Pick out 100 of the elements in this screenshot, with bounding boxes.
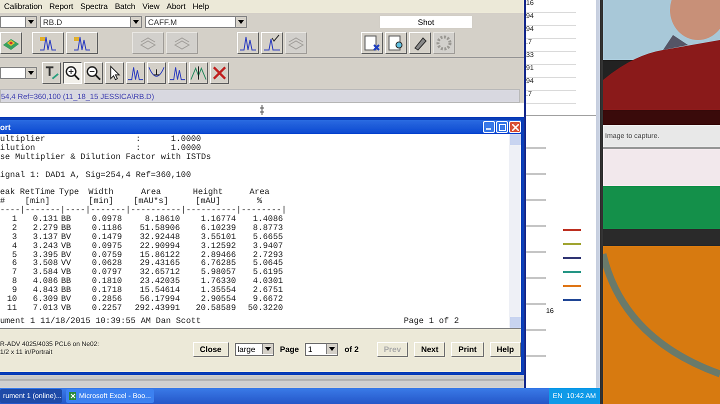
window-title: ort [0, 122, 11, 132]
text-tool-icon [43, 64, 60, 82]
menu-item[interactable]: View [142, 2, 160, 11]
table-cell-text: 2.6751 [252, 286, 283, 296]
table-cell-text: BV [60, 295, 72, 304]
table-cell-text: 0.1479 [90, 232, 122, 242]
table-cell-text: 3.137 [32, 232, 58, 242]
dropdown-arrow-icon [264, 347, 271, 351]
table-cell-text: 56.17994 [140, 295, 180, 304]
table-cell-text: 3.243 [32, 242, 58, 251]
table-cell-text: 3.55101 [200, 232, 236, 242]
page-select[interactable]: 1 [305, 342, 338, 356]
minimize-button[interactable] [483, 121, 495, 133]
combo-box[interactable] [0, 16, 37, 28]
table-cell-text: 8.18610 [144, 215, 180, 224]
table-cell-text: 2.90554 [200, 295, 236, 304]
table-cell-text: 2.89466 [200, 250, 236, 260]
table-cell-text: 5.0645 [252, 259, 283, 268]
table-cell-text: 6.76285 [200, 259, 236, 268]
file-combo-box[interactable]: CAFF.M [145, 16, 247, 28]
page-count: Page 1 of 2 [404, 316, 459, 326]
table-cell-text: 0.0759 [90, 250, 122, 260]
menu-item[interactable]: Help [192, 2, 210, 11]
dialog-button[interactable]: Next [414, 342, 446, 356]
table-cell-text: 5.98057 [200, 268, 236, 278]
toolbar-button[interactable] [63, 62, 82, 84]
close-button[interactable] [509, 121, 521, 133]
zoom-select[interactable]: large [234, 342, 274, 356]
table-cell-text: 4 [10, 242, 17, 251]
close-button[interactable]: Close [192, 342, 228, 356]
table-cell-text: 0.1810 [90, 277, 122, 286]
column-header: RetTime [20, 188, 56, 198]
table-cell-text: 3 [10, 232, 17, 242]
table-cell-text: 32.92448 [138, 232, 180, 242]
page-total: of 2 [344, 344, 359, 354]
dropdown-arrow-icon [28, 71, 34, 75]
table-cell-text: 0.1718 [90, 286, 122, 296]
menu-item[interactable]: Abort [166, 2, 186, 11]
maximize-icon [498, 124, 506, 130]
scrollbar[interactable] [509, 134, 521, 328]
table-cell-text: 15.86122 [138, 250, 180, 260]
table-cell-text: 9 [12, 286, 17, 296]
table-cell-text: 3.395 [32, 250, 58, 260]
table-cell-text: 6.10239 [200, 224, 236, 233]
table-cell-text: 10 [6, 295, 17, 304]
table-cell-text: 32.65712 [138, 268, 180, 278]
menu-item[interactable]: Batch [114, 2, 136, 11]
delete-peak-icon [211, 64, 228, 82]
table-cell-text: 0.1186 [90, 224, 122, 233]
combo-box[interactable] [0, 67, 37, 79]
table-cell-text: BB [60, 286, 72, 296]
table-cell-text: 1 [10, 215, 17, 224]
zoom-in-icon [64, 64, 81, 82]
table-cell-text: 5.6195 [252, 268, 283, 278]
report-delete-icon [363, 34, 381, 52]
table-cell-text: 3.9407 [252, 242, 283, 251]
dialog-button[interactable]: Help [490, 342, 521, 356]
file-combo-box[interactable]: RB.D [40, 16, 142, 28]
zoom-out-icon [85, 64, 102, 82]
column-unit: % [256, 197, 262, 206]
maximize-button[interactable] [496, 121, 508, 133]
table-cell-text: 8.8773 [252, 224, 283, 233]
peak-chart-icon [239, 34, 257, 52]
menu-item[interactable]: Report [49, 2, 74, 11]
report-line: ultiplier : 1.0000 [0, 135, 202, 144]
marker-icon [260, 105, 264, 115]
peak-check-icon [263, 34, 281, 52]
table-cell-text: 3.584 [32, 268, 58, 278]
menu-item[interactable]: Spectra [80, 2, 108, 11]
table-cell-text: 0.0628 [90, 259, 122, 268]
table-cell-text: 1.4086 [252, 215, 283, 224]
table-cell-text: 5 [10, 250, 17, 260]
dialog-button[interactable]: Print [451, 342, 484, 356]
table-cell-text: 0.0978 [90, 215, 122, 224]
table-cell-text: BB [60, 224, 72, 233]
table-cell-text: VV [60, 259, 72, 268]
report-preview-icon [387, 34, 405, 52]
table-cell-text: 29.43165 [138, 259, 180, 268]
table-cell-text: 0.0975 [90, 242, 122, 251]
spreadsheet-icon [69, 392, 76, 400]
close-icon [512, 124, 518, 130]
report-line: ilution : 1.0000 [0, 144, 202, 153]
table-cell-text: BV [60, 232, 72, 242]
column-unit: # [0, 197, 6, 206]
table-cell-text: 0.0797 [90, 268, 122, 278]
table-cell-text: 3.508 [32, 259, 58, 268]
table-cell-text: 6 [10, 259, 17, 268]
column-header: Area [249, 188, 270, 198]
column-header: eak [0, 188, 16, 198]
table-cell-text: 0.2856 [90, 295, 122, 304]
table-cell-text: 20.58589 [194, 304, 236, 313]
column-header: Type [58, 188, 80, 198]
split-peak-icon [190, 64, 207, 82]
dropdown-arrow-icon [329, 347, 336, 351]
table-cell-text: 1.16774 [200, 215, 236, 224]
table-cell-text: BB [60, 277, 72, 286]
gear-icon [435, 34, 453, 52]
table-cell-text: 5.6655 [252, 232, 283, 242]
table-cell-text: 22.90994 [138, 242, 180, 251]
menu-item[interactable]: Calibration [4, 2, 42, 11]
